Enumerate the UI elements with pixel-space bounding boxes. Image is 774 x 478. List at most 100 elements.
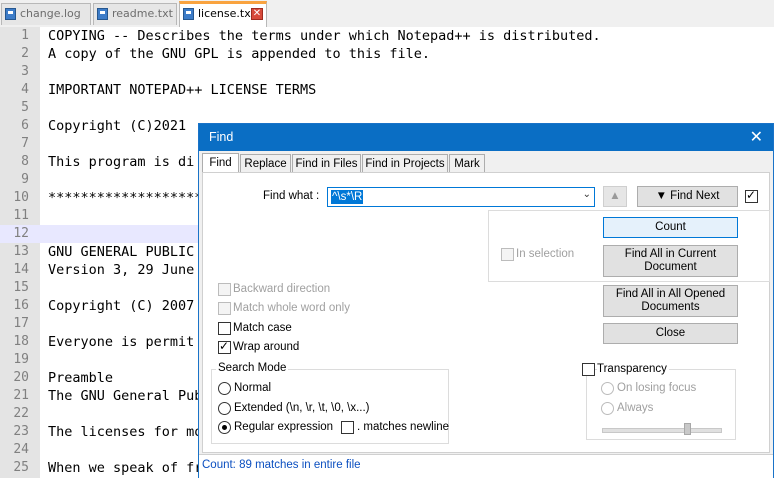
mode-extended-label: Extended (\n, \r, \t, \0, \x...) [234, 402, 370, 414]
line-text: A copy of the GNU GPL is appended to thi… [48, 46, 431, 62]
in-selection-checkbox[interactable] [501, 248, 514, 261]
tab-label: readme.txt [112, 7, 173, 20]
line-number: 19 [13, 352, 29, 367]
count-button[interactable]: Count [603, 217, 738, 238]
match-case-checkbox[interactable] [218, 322, 231, 335]
line-number: 9 [21, 172, 29, 187]
tab-find-in-files[interactable]: Find in Files [292, 154, 361, 173]
line-text: Preamble [48, 370, 114, 386]
line-number: 22 [13, 406, 29, 421]
line-number: 13 [13, 244, 29, 259]
whole-word-label: Match whole word only [233, 302, 350, 314]
line-number: 12 [13, 226, 29, 241]
line-number: 25 [13, 460, 29, 475]
editor-line[interactable]: 2 A copy of the GNU GPL is appended to th… [0, 45, 774, 63]
status-bar: Count: 89 matches in entire file [199, 454, 773, 478]
mode-extended-radio[interactable] [218, 402, 231, 415]
find-next-button[interactable]: ▼ Find Next [637, 186, 738, 207]
line-text: When we speak of fr [48, 460, 203, 476]
matches-newline-checkbox[interactable] [341, 421, 354, 434]
backward-direction-checkbox[interactable] [218, 283, 231, 296]
document-tab-bar: change.log readme.txt license.txt ✕ [0, 0, 774, 28]
line-text: The licenses for mo [48, 424, 203, 440]
whole-word-checkbox[interactable] [218, 302, 231, 315]
tab-find-in-projects[interactable]: Find in Projects [362, 154, 448, 173]
line-number: 3 [21, 64, 29, 79]
chevron-down-icon[interactable]: ⌄ [583, 189, 591, 200]
line-text: Everyone is permit [48, 334, 195, 350]
match-case-label: Match case [233, 322, 292, 334]
find-dialog: Find ✕ Find Replace Find in Files Find i… [198, 123, 774, 478]
transparency-slider-track[interactable] [602, 428, 722, 433]
line-number: 20 [13, 370, 29, 385]
line-text: Copyright (C) 2007 [48, 298, 195, 314]
dialog-title: Find [209, 130, 234, 144]
mode-normal-radio[interactable] [218, 382, 231, 395]
in-selection-label: In selection [516, 248, 575, 260]
line-text: IMPORTANT NOTEPAD++ LICENSE TERMS [48, 82, 317, 98]
tab-change-log[interactable]: change.log [1, 3, 91, 25]
line-number: 24 [13, 442, 29, 457]
find-next-direction-checkbox[interactable] [745, 188, 758, 203]
line-number: 7 [21, 136, 29, 151]
line-text: Version 3, 29 June [48, 262, 195, 278]
search-up-button[interactable]: ▲ [603, 186, 627, 207]
tab-label: change.log [20, 7, 81, 20]
file-icon [5, 8, 16, 20]
always-label: Always [617, 402, 654, 414]
line-number: 16 [13, 298, 29, 313]
line-number: 1 [21, 28, 29, 43]
mode-regex-label: Regular expression [234, 421, 334, 433]
tab-replace[interactable]: Replace [240, 154, 291, 173]
always-radio[interactable] [601, 402, 614, 415]
file-icon [97, 8, 108, 20]
editor-line[interactable]: 3 [0, 63, 774, 81]
status-text: Count: 89 matches in entire file [202, 459, 361, 471]
line-text: COPYING -- Describes the terms under whi… [48, 28, 601, 44]
close-tab-icon[interactable]: ✕ [251, 8, 263, 20]
dialog-titlebar[interactable]: Find ✕ [199, 124, 773, 151]
transparency-checkbox[interactable] [582, 363, 595, 376]
line-number: 2 [21, 46, 29, 61]
line-number: 8 [21, 154, 29, 169]
tab-mark[interactable]: Mark [449, 154, 485, 173]
line-number: 10 [13, 190, 29, 205]
find-what-input[interactable]: ^\s*\R [331, 190, 364, 204]
tab-label: license.txt [198, 7, 256, 20]
tab-readme-txt[interactable]: readme.txt [93, 3, 177, 25]
file-icon [183, 8, 194, 20]
backward-direction-label: Backward direction [233, 283, 331, 295]
editor-line[interactable]: 4 IMPORTANT NOTEPAD++ LICENSE TERMS [0, 81, 774, 99]
wrap-around-checkbox[interactable] [218, 339, 231, 354]
editor-line[interactable]: 5 [0, 99, 774, 117]
mode-regex-radio[interactable] [218, 421, 231, 434]
line-number: 5 [21, 100, 29, 115]
find-what-label: Find what : [263, 190, 320, 202]
on-losing-focus-radio[interactable] [601, 382, 614, 395]
find-panel: Find what : ^\s*\R ⌄ ▲ ▼ Find Next In se… [202, 172, 770, 453]
tab-license-txt[interactable]: license.txt ✕ [179, 1, 267, 27]
search-mode-label: Search Mode [216, 362, 289, 374]
line-text: This program is di [48, 154, 195, 170]
line-text: ******************* [48, 190, 203, 206]
tab-find[interactable]: Find [202, 153, 239, 174]
line-number: 18 [13, 334, 29, 349]
find-all-current-button[interactable]: Find All in Current Document [603, 245, 738, 277]
find-all-opened-button[interactable]: Find All in All Opened Documents [603, 285, 738, 317]
line-number: 6 [21, 118, 29, 133]
mode-normal-label: Normal [234, 382, 272, 394]
on-losing-focus-label: On losing focus [617, 382, 697, 394]
line-number: 14 [13, 262, 29, 277]
transparency-slider-thumb[interactable] [684, 423, 691, 435]
line-number: 17 [13, 316, 29, 331]
close-button[interactable]: Close [603, 323, 738, 344]
matches-newline-label: . matches newline [357, 421, 450, 433]
line-number: 4 [21, 82, 29, 97]
close-icon[interactable]: ✕ [750, 127, 763, 147]
line-number: 21 [13, 388, 29, 403]
find-what-combo[interactable]: ^\s*\R ⌄ [327, 187, 595, 207]
line-text: Copyright (C)2021 [48, 118, 187, 134]
transparency-label: Transparency [597, 363, 669, 375]
line-number: 15 [13, 280, 29, 295]
editor-line[interactable]: 1 COPYING -- Describes the terms under wh… [0, 27, 774, 45]
